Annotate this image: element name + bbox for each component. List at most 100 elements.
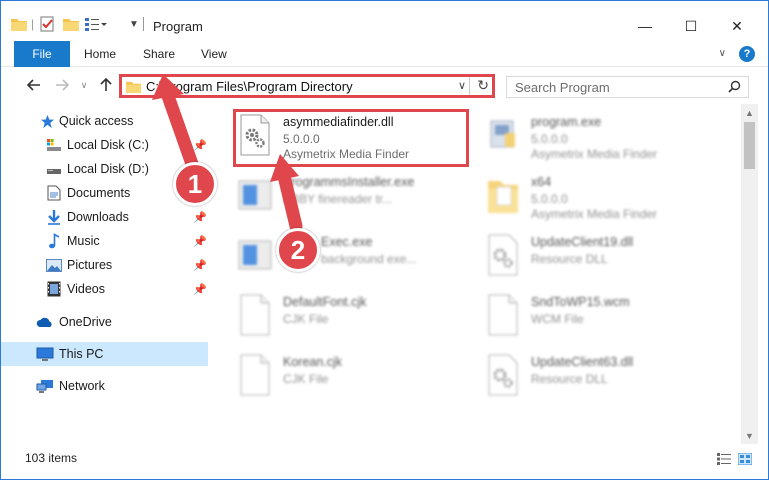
tiles-view-icon[interactable] [737,452,753,468]
pin-icon[interactable]: 📌 [193,211,207,224]
file-name: x64 [531,175,552,189]
scroll-up-icon[interactable]: ▲ [741,104,758,121]
back-button[interactable] [23,75,45,95]
file-description: ABBY finereader tr... [283,192,393,206]
sidebar-item-quick-access[interactable]: Quick access [1,109,208,133]
file-version: 5.0.0.0 [531,132,568,146]
toolbar-dropdown-icon[interactable]: ▼ [129,15,139,33]
forward-button[interactable] [51,75,73,95]
scroll-thumb[interactable] [744,122,755,169]
cloud-icon [36,314,54,330]
file-name: UpdateClient19.dll [531,235,634,249]
pin-icon[interactable]: 📌 [193,235,207,248]
drive-icon [45,161,63,177]
sidebar-item-music[interactable]: Music 📌 [1,229,208,253]
sidebar-item-downloads[interactable]: Downloads 📌 [1,205,208,229]
tab-home[interactable]: Home [84,41,116,67]
file-item-korean-cjk[interactable]: Korean.cjk CJK File [237,349,477,405]
address-dropdown-icon[interactable]: ∨ [458,79,466,92]
pin-icon[interactable]: 📌 [193,259,207,272]
status-bar: 103 items [1,447,768,469]
file-item-program-exe[interactable]: program.exe 5.0.0.0 Asymetrix Media Find… [485,109,725,165]
folder-icon [11,15,27,33]
file-name: UpdateClient63.dll [531,355,634,369]
properties-icon[interactable] [39,15,55,33]
back-arrow-icon [27,79,40,91]
address-path[interactable]: C:\Program Files\Program Directory [146,79,353,94]
address-bar[interactable]: C:\Program Files\Program Directory ∨ ↻ [119,74,495,98]
dll-gear-icon [485,353,521,397]
dll-gear-icon [485,233,521,277]
sidebar-item-this-pc[interactable]: This PC [1,342,208,366]
file-name: Exec.exe [321,235,373,249]
videos-icon [45,281,63,297]
file-highlight-box [233,109,469,167]
folder-icon [126,80,141,96]
customize-toolbar-icon[interactable] [85,15,107,33]
file-item-exec-exe[interactable]: Exec.exe background exe... [237,229,477,285]
up-arrow-icon [100,78,112,91]
pin-icon[interactable]: 📌 [193,139,207,152]
sidebar-item-onedrive[interactable]: OneDrive [1,310,208,334]
download-icon [45,209,63,225]
pin-icon[interactable]: 📌 [193,283,207,296]
tab-view[interactable]: View [201,41,227,67]
file-name: ProgrammsInstaller.exe [283,175,415,189]
installer-icon [237,173,273,217]
file-name: SndToWP15.wcm [531,295,630,309]
scroll-down-icon[interactable]: ▼ [741,427,758,444]
expand-ribbon-icon[interactable]: ∨ [719,48,726,59]
file-description: Asymetrix Media Finder [531,207,658,221]
details-view-icon[interactable] [717,453,731,468]
file-version: 5.0.0.0 [531,192,568,206]
file-description: CJK File [283,312,329,326]
item-count: 103 items [25,451,78,465]
search-icon[interactable] [728,80,741,96]
maximize-button[interactable]: ☐ [668,11,714,41]
file-item-x64[interactable]: x64 5.0.0.0 Asymetrix Media Finder [485,169,725,225]
ribbon-tabs: File Home Share View ∨ ? [1,41,768,67]
music-icon [45,233,63,249]
window-title: Program [153,19,203,34]
blank-file-icon [237,293,273,337]
file-item-sndtowp15-wcm[interactable]: SndToWP15.wcm WCM File [485,289,725,345]
forward-arrow-icon [56,79,69,91]
vertical-scrollbar[interactable]: ▲ ▼ [741,104,758,444]
computer-icon [36,346,54,362]
new-folder-icon[interactable] [63,15,79,33]
star-icon [38,113,56,129]
minimize-button[interactable]: — [622,11,668,41]
file-item-defaultfont-cjk[interactable]: DefaultFont.cjk CJK File [237,289,477,345]
search-input[interactable]: Search Program [506,76,749,98]
file-description: CJK File [283,372,329,386]
file-name: DefaultFont.cjk [283,295,367,309]
documents-icon [45,185,63,201]
file-item-updateclient63-dll[interactable]: UpdateClient63.dll Resource DLL [485,349,725,405]
sidebar-item-network[interactable]: Network [1,374,208,398]
file-description: Resource DLL [531,372,608,386]
annotation-badge-2: 2 [276,228,320,272]
explorer-window: | ▼ Program — ☐ ✕ File Home Share View ∨… [0,0,769,480]
close-button[interactable]: ✕ [714,11,760,41]
tab-file[interactable]: File [14,41,70,67]
file-item-programmsinstaller-exe[interactable]: ProgrammsInstaller.exe ABBY finereader t… [237,169,477,225]
sidebar-item-pictures[interactable]: Pictures 📌 [1,253,208,277]
refresh-icon[interactable]: ↻ [477,77,489,94]
navigation-pane: Quick access Local Disk (C:) 📌 Local Dis… [1,104,208,444]
file-item-updateclient19-dll[interactable]: UpdateClient19.dll Resource DLL [485,229,725,285]
up-button[interactable] [95,75,117,95]
tab-share[interactable]: Share [143,41,175,67]
file-description: background exe... [321,252,417,266]
installer-icon [237,233,273,277]
help-icon[interactable]: ? [739,46,755,62]
recent-locations-icon[interactable]: ∨ [73,75,95,95]
drive-icon [45,137,63,153]
navigation-bar: ∨ C:\Program Files\Program Directory ∨ ↻… [1,67,768,103]
search-placeholder: Search Program [515,80,610,95]
sidebar-item-videos[interactable]: Videos 📌 [1,277,208,301]
file-description: WCM File [531,312,584,326]
blank-file-icon [485,293,521,337]
pictures-icon [45,257,63,273]
exe-icon [485,113,521,157]
sidebar-item-local-disk-c[interactable]: Local Disk (C:) 📌 [1,133,208,157]
